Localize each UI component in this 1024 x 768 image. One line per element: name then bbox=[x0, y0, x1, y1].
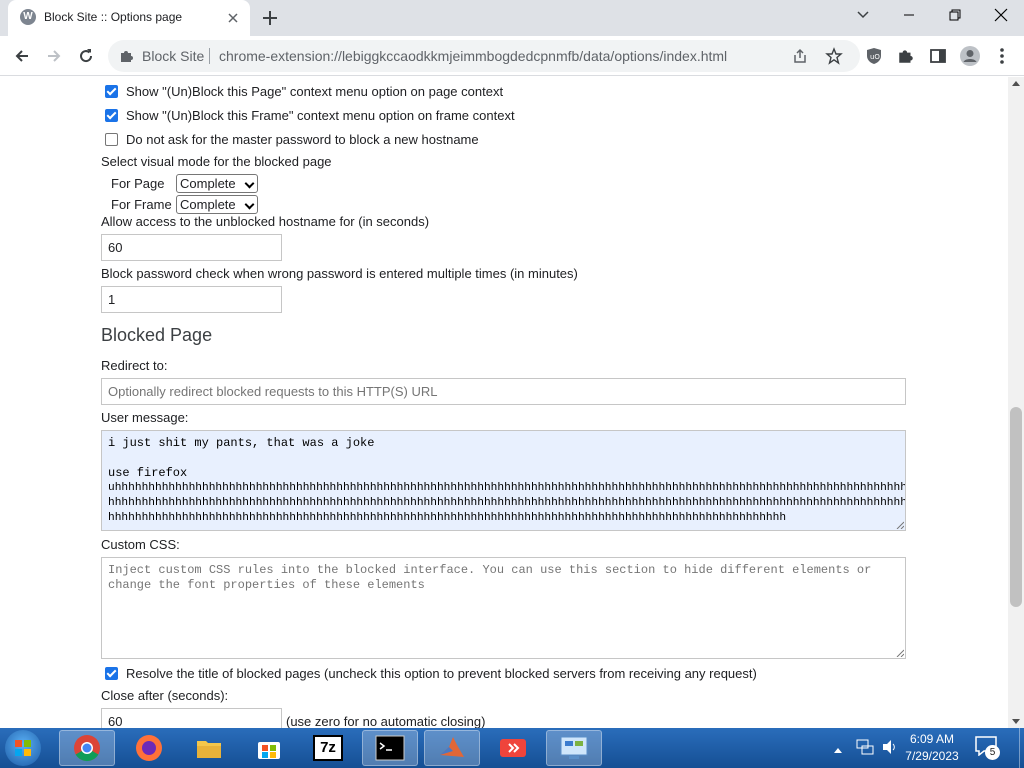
tab-block-site-options[interactable]: W Block Site :: Options page bbox=[8, 0, 250, 36]
user-message-label: User message: bbox=[101, 410, 189, 425]
for-page-chevron-down-icon bbox=[244, 178, 255, 189]
user-message-textarea[interactable]: i just shit my pants, that was a joke us… bbox=[101, 430, 906, 531]
allow-access-input[interactable]: 60 bbox=[101, 234, 282, 261]
start-button-windows-icon[interactable] bbox=[5, 730, 41, 766]
url-text[interactable]: chrome-extension://lebiggkccaodkkmjeimmb… bbox=[219, 48, 727, 64]
show-hidden-icons-chevron-up-icon[interactable] bbox=[833, 742, 843, 757]
resize-grip-icon[interactable] bbox=[896, 649, 904, 657]
restore-icon[interactable] bbox=[932, 0, 978, 30]
redirect-input[interactable]: Optionally redirect blocked requests to … bbox=[101, 378, 906, 405]
tab-strip: W Block Site :: Options page bbox=[0, 0, 1024, 36]
for-page-select[interactable]: Complete bbox=[176, 174, 258, 193]
site-chip: Block Site bbox=[142, 48, 205, 64]
notification-count-badge: 5 bbox=[985, 745, 1000, 760]
for-frame-select[interactable]: Complete bbox=[176, 195, 258, 214]
reload-icon[interactable] bbox=[73, 43, 99, 69]
taskbar-firefox-icon[interactable] bbox=[121, 730, 177, 766]
network-icon[interactable] bbox=[856, 739, 874, 758]
taskbar-store-icon[interactable] bbox=[241, 730, 297, 766]
extensions-puzzle-icon[interactable] bbox=[893, 43, 919, 69]
user-message-blank-line bbox=[108, 451, 899, 466]
password-check-input[interactable]: 1 bbox=[101, 286, 282, 313]
scroll-up-arrow-icon[interactable] bbox=[1012, 81, 1020, 86]
taskbar-matlab-icon[interactable] bbox=[424, 730, 480, 766]
taskbar-control-panel-icon[interactable] bbox=[546, 730, 602, 766]
custom-css-placeholder: Inject custom CSS rules into the blocked… bbox=[108, 563, 872, 577]
no-master-password-label: Do not ask for the master password to bl… bbox=[126, 132, 479, 147]
user-message-line: hhhhhhhhhhhhhhhhhhhhhhhhhhhhhhhhhhhhhhhh… bbox=[108, 497, 905, 509]
bookmark-star-icon[interactable] bbox=[825, 47, 843, 65]
close-window-icon[interactable] bbox=[978, 0, 1024, 30]
forward-arrow-icon[interactable] bbox=[41, 43, 67, 69]
scroll-down-arrow-icon[interactable] bbox=[1012, 719, 1020, 724]
volume-speaker-icon[interactable] bbox=[881, 739, 899, 758]
close-after-label: Close after (seconds): bbox=[101, 688, 229, 703]
clock-date[interactable]: 7/29/2023 bbox=[903, 749, 961, 763]
for-frame-chevron-down-icon bbox=[244, 199, 255, 210]
minimize-icon[interactable] bbox=[886, 0, 932, 30]
tab-favicon-icon: W bbox=[20, 9, 36, 25]
user-message-line: uhhhhhhhhhhhhhhhhhhhhhhhhhhhhhhhhhhhhhhh… bbox=[108, 482, 905, 494]
redirect-placeholder: Optionally redirect blocked requests to … bbox=[108, 384, 438, 399]
blocked-page-heading: Blocked Page bbox=[101, 325, 213, 345]
ctx-page-checkbox[interactable] bbox=[105, 85, 118, 98]
password-check-value: 1 bbox=[108, 292, 116, 307]
ctx-page-label: Show "(Un)Block this Page" context menu … bbox=[126, 84, 504, 99]
windows-taskbar: 7z 6:09 AM 7/29/2023 5 bbox=[0, 728, 1024, 768]
tab-search-chevron-down-icon[interactable] bbox=[840, 0, 886, 30]
redirect-label: Redirect to: bbox=[101, 358, 168, 373]
back-arrow-icon[interactable] bbox=[9, 43, 35, 69]
omnibox-divider bbox=[209, 48, 210, 64]
ctx-frame-checkbox[interactable] bbox=[105, 109, 118, 122]
profile-avatar-icon[interactable] bbox=[957, 43, 983, 69]
user-message-line: i just shit my pants, that was a joke bbox=[108, 436, 375, 450]
share-icon[interactable] bbox=[792, 48, 808, 64]
close-after-value: 60 bbox=[108, 714, 123, 728]
for-frame-label: For Frame bbox=[111, 197, 172, 212]
address-bar[interactable]: Block Site chrome-extension://lebiggkcca… bbox=[108, 40, 860, 72]
show-desktop-button[interactable] bbox=[1019, 728, 1024, 768]
browser-toolbar: Block Site chrome-extension://lebiggkcca… bbox=[0, 36, 1024, 76]
page-scrollbar[interactable] bbox=[1008, 77, 1024, 728]
extension-puzzle-icon bbox=[119, 48, 135, 64]
for-page-label: For Page bbox=[111, 176, 165, 191]
close-after-hint: (use zero for no automatic closing) bbox=[286, 714, 486, 728]
allow-access-value: 60 bbox=[108, 240, 123, 255]
clock-time[interactable]: 6:09 AM bbox=[903, 732, 961, 746]
notification-center-icon[interactable]: 5 bbox=[975, 736, 1001, 760]
custom-css-label: Custom CSS: bbox=[101, 537, 180, 552]
custom-css-textarea[interactable]: Inject custom CSS rules into the blocked… bbox=[101, 557, 906, 659]
no-master-password-checkbox[interactable] bbox=[105, 133, 118, 146]
scrollbar-thumb[interactable] bbox=[1010, 407, 1022, 607]
svg-text:uO: uO bbox=[870, 53, 880, 61]
taskbar-chrome-icon[interactable] bbox=[59, 730, 115, 766]
tab-title: Block Site :: Options page bbox=[44, 10, 183, 24]
resolve-title-label: Resolve the title of blocked pages (unch… bbox=[126, 666, 757, 681]
password-check-label: Block password check when wrong password… bbox=[101, 266, 578, 281]
ublock-shield-icon[interactable]: uO bbox=[861, 43, 887, 69]
seven-zip-text: 7z bbox=[313, 735, 343, 761]
options-page: Show "(Un)Block this Page" context menu … bbox=[0, 77, 1008, 728]
resolve-title-checkbox[interactable] bbox=[105, 667, 118, 680]
taskbar-command-prompt-icon[interactable] bbox=[362, 730, 418, 766]
visual-mode-label: Select visual mode for the blocked page bbox=[101, 154, 332, 169]
for-page-select-value: Complete bbox=[180, 176, 236, 191]
user-message-line: hhhhhhhhhhhhhhhhhhhhhhhhhhhhhhhhhhhhhhhh… bbox=[108, 512, 787, 524]
tab-close-icon[interactable] bbox=[224, 9, 242, 27]
taskbar-anydesk-icon[interactable] bbox=[485, 730, 541, 766]
ctx-frame-label: Show "(Un)Block this Frame" context menu… bbox=[126, 108, 515, 123]
taskbar-7zip-icon[interactable]: 7z bbox=[300, 730, 356, 766]
close-after-input[interactable]: 60 bbox=[101, 708, 282, 728]
resize-grip-icon[interactable] bbox=[896, 521, 904, 529]
menu-kebab-icon[interactable] bbox=[989, 43, 1015, 69]
side-panel-icon[interactable] bbox=[925, 43, 951, 69]
for-frame-select-value: Complete bbox=[180, 197, 236, 212]
allow-access-label: Allow access to the unblocked hostname f… bbox=[101, 214, 430, 229]
custom-css-placeholder: change the font properties of these elem… bbox=[108, 578, 425, 592]
new-tab-plus-icon[interactable] bbox=[259, 7, 281, 29]
taskbar-file-explorer-icon[interactable] bbox=[181, 730, 237, 766]
user-message-line: use firefox bbox=[108, 466, 188, 480]
